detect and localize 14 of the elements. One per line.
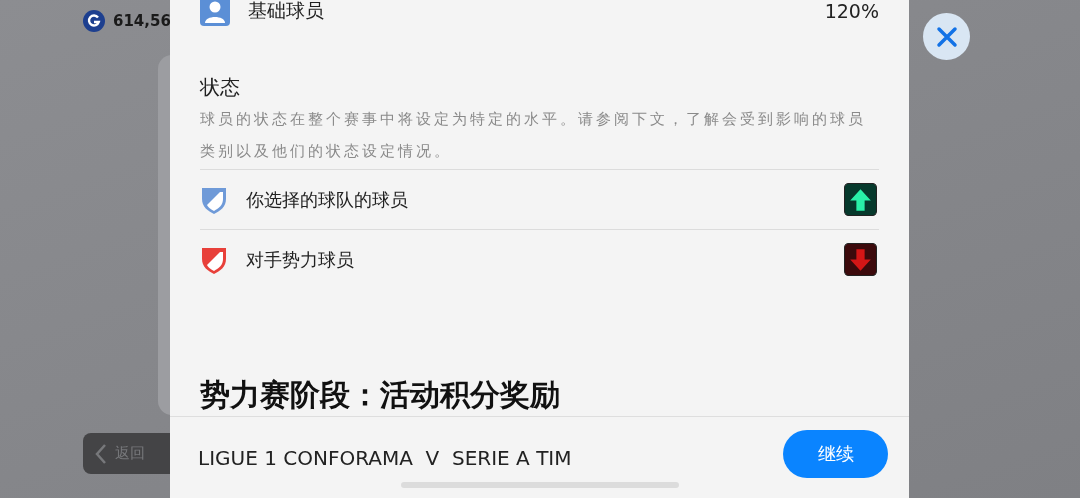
section-heading: 势力赛阶段：活动积分奖励 — [200, 376, 561, 414]
close-button[interactable] — [923, 13, 970, 60]
player-group-label: 你选择的球队的球员 — [246, 187, 409, 212]
coin-balance: 614,56 — [113, 12, 171, 30]
continue-button[interactable]: 继续 — [783, 430, 888, 478]
section-description: 球员的状态在整个赛事中将设定为特定的水平。请参阅下文，了解会受到影响的球员类别以及他们的状态设定情况。 — [200, 109, 867, 162]
chevron-left-icon — [95, 442, 107, 465]
base-player-label: 基础球员 — [248, 0, 325, 23]
player-group-label: 对手势力球员 — [246, 247, 355, 272]
coin-icon — [83, 10, 105, 32]
matchup-title: LIGUE 1 CONFORAMA V SERIE A TIM — [198, 445, 573, 470]
close-icon — [935, 25, 958, 48]
base-player-value: 120% — [824, 0, 879, 22]
section-title: 状态 — [200, 74, 241, 101]
